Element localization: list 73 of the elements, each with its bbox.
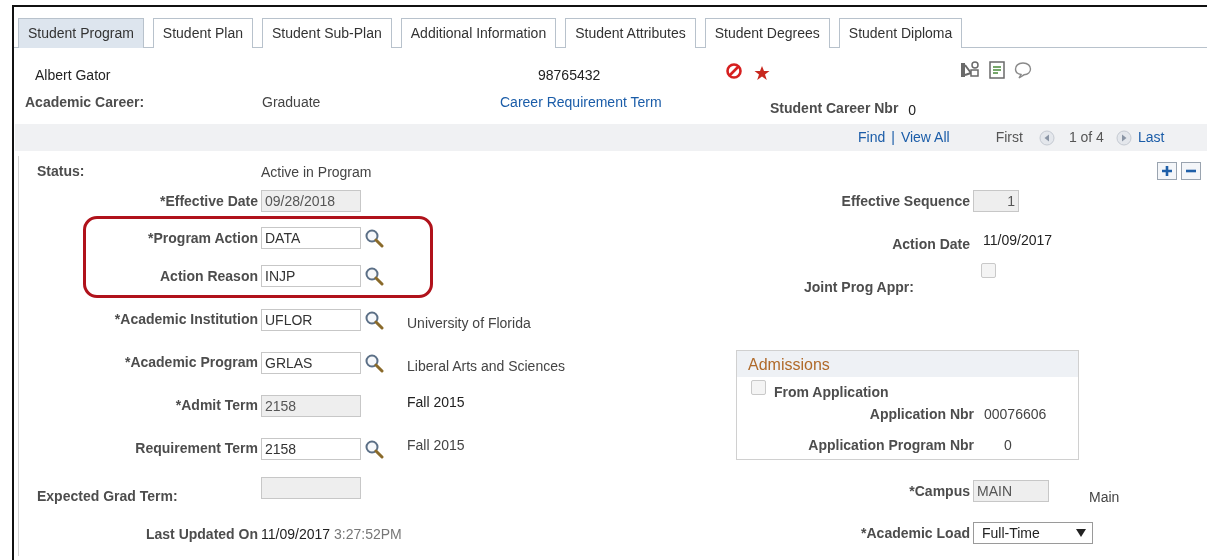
tab[interactable]: Student Program	[18, 18, 144, 48]
tab[interactable]: Student Plan	[152, 18, 253, 48]
add-row-icon[interactable]	[1157, 162, 1177, 180]
find-link[interactable]: Find	[858, 127, 886, 148]
field-description: Liberal Arts and Sciences	[406, 357, 566, 376]
field-label: From Application	[774, 383, 889, 402]
star-icon[interactable]	[754, 65, 770, 81]
field-label: Application Program Nbr	[807, 435, 974, 455]
checkbox[interactable]	[981, 263, 996, 278]
field-label: Application Nbr	[868, 404, 974, 424]
previous-icon[interactable]	[1038, 129, 1055, 146]
first-label: First	[995, 128, 1023, 147]
search-icon[interactable]	[364, 266, 384, 286]
delete-row-icon[interactable]	[1181, 162, 1201, 180]
input-field[interactable]: DATA	[261, 227, 361, 249]
checkbox[interactable]	[751, 380, 766, 395]
dropdown[interactable]: Full-Time	[973, 522, 1093, 544]
field-label: Action Reason	[159, 266, 259, 286]
search-icon[interactable]	[364, 352, 384, 373]
hierarchy-icon[interactable]	[960, 61, 980, 79]
student-name: Albert Gator	[35, 65, 112, 85]
field-label: Joint Prog Appr:	[803, 278, 915, 297]
caret-icon	[1076, 529, 1086, 537]
tab[interactable]: Student Attributes	[565, 18, 696, 48]
separator: |	[891, 128, 895, 147]
field-label: Last Updated On	[145, 525, 259, 544]
field-label: Effective Sequence	[840, 191, 971, 211]
tab[interactable]: Additional Information	[400, 18, 557, 48]
last-link[interactable]: Last	[1137, 127, 1165, 148]
next-icon[interactable]	[1115, 129, 1132, 146]
field-value: 11/09/2017	[982, 231, 1053, 250]
field-value: 0	[908, 101, 917, 120]
field-description: Fall 2015	[406, 436, 466, 455]
field-description: Main	[1088, 487, 1120, 507]
field-label: Action Date	[891, 235, 971, 254]
input-field[interactable]: INJP	[261, 265, 361, 287]
field-description: Fall 2015	[406, 393, 466, 412]
field-label: *Academic Institution	[113, 310, 259, 329]
tab[interactable]: Student Sub-Plan	[262, 18, 392, 48]
input-field[interactable]: 2158	[261, 437, 361, 460]
search-icon[interactable]	[364, 228, 384, 248]
field-label: *Effective Date	[158, 191, 259, 211]
field-label: Status:	[36, 161, 86, 181]
field-description: University of Florida	[406, 314, 532, 333]
search-icon[interactable]	[364, 438, 384, 459]
field-label: Student Career Nbr	[770, 99, 899, 118]
field-label: *Academic Load	[860, 523, 971, 543]
field-label: *Academic Program	[123, 353, 259, 372]
tab[interactable]: Student Diploma	[838, 18, 963, 48]
chat-icon[interactable]	[1014, 61, 1032, 79]
tab[interactable]: Student Degrees	[704, 18, 830, 48]
page-count: 1 of 4	[1068, 128, 1104, 147]
field-label: Academic Career:	[25, 93, 146, 112]
view-all-link[interactable]: View All	[900, 127, 950, 148]
search-icon[interactable]	[364, 309, 384, 330]
field-value: 11/09/2017	[261, 525, 331, 544]
field-value: 3:27:52PM	[333, 525, 402, 544]
no-entry-icon[interactable]	[725, 62, 743, 80]
field-label: *Campus	[908, 481, 971, 501]
field-label: *Program Action	[147, 228, 259, 248]
field-label: Requirement Term	[134, 439, 259, 458]
field-value: Active in Program	[261, 162, 373, 182]
document-icon[interactable]	[988, 61, 1006, 79]
field-value: 0	[1003, 435, 1012, 455]
career-link[interactable]: Career Requirement Term	[500, 92, 770, 113]
field-value: 00076606	[983, 404, 1047, 424]
panel-title: Admissions	[737, 351, 1078, 377]
field-label: *Admit Term	[174, 396, 259, 415]
input-field[interactable]: GRLAS	[261, 351, 361, 374]
student-id: 98765432	[538, 65, 602, 85]
field-label: Expected Grad Term:	[36, 487, 179, 506]
input-field[interactable]: UFLOR	[261, 308, 361, 331]
field-value: Graduate	[262, 93, 322, 112]
